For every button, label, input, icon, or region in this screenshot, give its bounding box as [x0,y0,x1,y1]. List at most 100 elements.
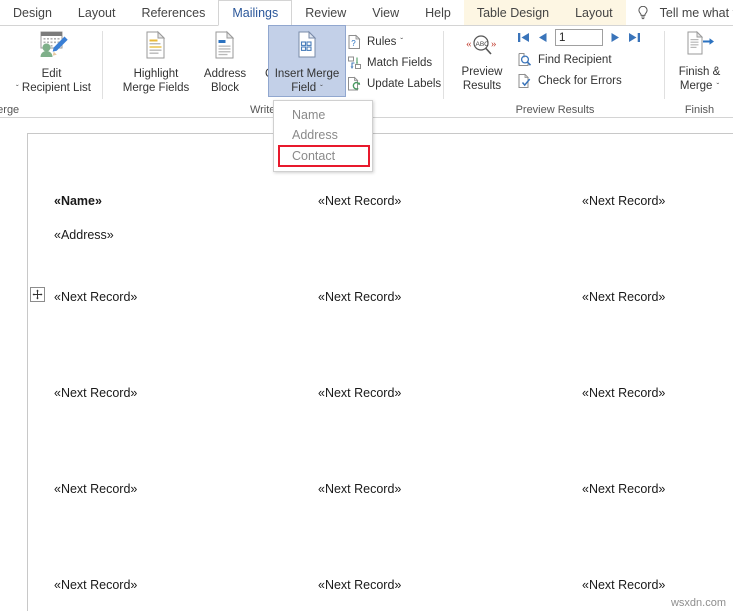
chevron-down-icon[interactable]: ˇ [716,82,719,91]
insert-merge-field-button[interactable]: Insert Merge Field ˇ [268,25,346,97]
insert-merge-field-line2: Field [291,82,317,94]
tab-table-layout[interactable]: Layout [562,0,626,25]
tab-references[interactable]: References [128,0,218,25]
ribbon-tab-bar: Design Layout References Mailings Review… [0,0,733,26]
next-record-button[interactable] [610,31,621,44]
record-number-input[interactable] [555,29,603,46]
menu-item-address[interactable]: Address [274,125,372,145]
merge-field[interactable]: «Next Record» [318,386,401,400]
write-insert-small-buttons: ? Rules ˇ Match Fields Update Labels [347,31,441,94]
merge-field[interactable]: «Address» [54,228,114,242]
merge-field[interactable]: «Next Record» [582,194,665,208]
menu-item-contact[interactable]: Contact [278,145,370,167]
tab-label: Design [13,5,52,20]
previous-record-button[interactable] [537,31,548,44]
match-fields-icon [347,55,362,71]
contextual-tab-group: Table Design Layout [463,0,626,25]
highlight-merge-fields-button[interactable]: Highlight Merge Fields [120,26,192,95]
merge-field[interactable]: «Next Record» [582,386,665,400]
record-navigation [517,29,641,46]
chevron-down-icon[interactable]: ˇ [16,84,19,93]
preview-results-button[interactable]: « » ABC Preview Results [453,28,511,93]
merge-field[interactable]: «Name» [54,194,102,208]
menu-item-name[interactable]: Name [274,105,372,125]
merge-field[interactable]: «Next Record» [318,290,401,304]
tab-label: Layout [77,5,116,20]
finish-and-merge-line1: Finish & [678,66,721,78]
ribbon-group-label-preview-results: Preview Results [515,104,595,116]
merge-field[interactable]: «Next Record» [582,482,665,496]
svg-text:»: » [491,38,497,50]
table-move-handle[interactable] [30,287,45,302]
rules-button[interactable]: ? Rules ˇ [347,31,441,52]
ribbon-group-label-merge: Merge [0,104,20,116]
merge-field[interactable]: «Next Record» [54,482,137,496]
tab-label: Mailings [232,6,279,20]
word-window: Design Layout References Mailings Review… [0,0,733,611]
preview-results-controls: Find Recipient Check for Errors [517,29,641,91]
edit-recipient-list-line2: Recipient List [21,82,91,94]
tab-label: Review [305,5,347,20]
ribbon-group-preview-results: « » ABC Preview Results 1 Find Recipient… [445,26,665,118]
preview-results-line1: Preview [461,66,503,78]
document-canvas[interactable]: «Name» «Next Record» «Next Record» «Addr… [0,118,733,611]
edit-recipient-list-line1: Edit [41,68,62,80]
insert-merge-field-menu[interactable]: Name Address Contact [273,100,373,172]
highlight-merge-fields-line2: Merge Fields [122,82,190,94]
ribbon-group-finish: Finish & Merge ˇ Finish [666,26,733,118]
tab-label: References [141,5,206,20]
preview-results-line2: Results [462,80,502,92]
merge-field[interactable]: «Next Record» [582,578,665,592]
chevron-down-icon[interactable]: ˇ [400,37,403,46]
tab-mailings[interactable]: Mailings [218,0,293,26]
match-fields-button[interactable]: Match Fields [347,52,441,73]
highlight-merge-fields-icon [143,30,169,64]
highlight-merge-fields-line1: Highlight [133,68,179,80]
last-record-button[interactable] [628,31,641,44]
tell-me-search[interactable]: Tell me what you [626,0,733,25]
tab-label: Layout [575,5,613,20]
address-block-button[interactable]: Address Block [194,26,256,95]
watermark: wsxdn.com [670,597,726,609]
merge-field[interactable]: «Next Record» [318,194,401,208]
chevron-down-icon[interactable]: ˇ [320,84,323,93]
finish-and-merge-icon [683,30,717,62]
tell-me-label: Tell me what you [659,5,733,20]
check-for-errors-icon [517,73,533,89]
tab-view[interactable]: View [359,0,412,25]
ribbon-group-start-mail-merge: Edit ˇ Recipient List Merge [0,26,103,118]
tab-help[interactable]: Help [412,0,464,25]
merge-field[interactable]: «Next Record» [54,578,137,592]
tab-review[interactable]: Review [292,0,359,25]
address-block-line2: Block [210,82,240,94]
tab-layout[interactable]: Layout [65,0,129,25]
update-labels-label: Update Labels [367,77,442,90]
address-block-icon [212,30,238,64]
merge-field[interactable]: «Next Record» [582,290,665,304]
rules-icon: ? [347,34,362,50]
tab-table-design[interactable]: Table Design [463,0,563,25]
merge-field[interactable]: «Next Record» [318,482,401,496]
lightbulb-icon [634,4,652,22]
edit-recipient-list-button[interactable]: Edit ˇ Recipient List [4,26,100,96]
finish-and-merge-line2: Merge [679,80,713,92]
tab-design[interactable]: Design [0,0,65,25]
first-record-button[interactable] [517,31,530,44]
check-for-errors-button[interactable]: Check for Errors [517,70,641,91]
finish-and-merge-button[interactable]: Finish & Merge ˇ [668,26,732,94]
ribbon-group-label-finish: Finish [684,104,715,116]
svg-text:?: ? [351,39,356,48]
find-recipient-label: Find Recipient [538,53,612,66]
update-labels-icon [347,76,362,92]
rules-label: Rules [367,35,397,48]
tab-label: Help [425,5,451,20]
svg-text:ABC: ABC [476,41,490,48]
find-recipient-button[interactable]: Find Recipient [517,49,641,70]
insert-merge-field-line1: Insert Merge [274,68,340,80]
merge-field[interactable]: «Next Record» [318,578,401,592]
merge-field[interactable]: «Next Record» [54,386,137,400]
merge-field[interactable]: «Next Record» [54,290,137,304]
check-for-errors-label: Check for Errors [538,74,622,87]
update-labels-button[interactable]: Update Labels [347,73,441,94]
address-block-line1: Address [203,68,247,80]
